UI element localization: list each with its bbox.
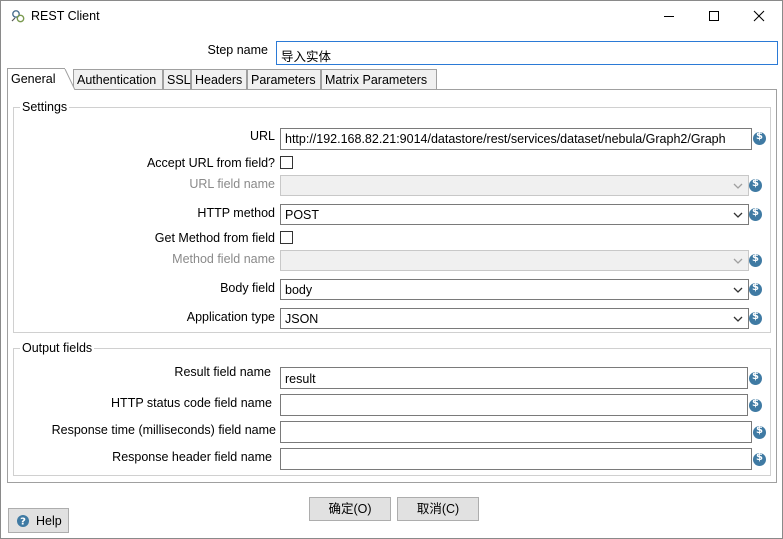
variable-icon[interactable]: $ <box>749 178 762 192</box>
url-input[interactable]: http://192.168.82.21:9014/datastore/rest… <box>280 128 752 150</box>
tab-parameters[interactable]: Parameters <box>247 69 321 89</box>
tab-matrix-parameters[interactable]: Matrix Parameters <box>321 69 437 89</box>
rest-client-dialog: REST Client Step name 导入实体 General Authe… <box>0 0 783 539</box>
application-type-dropdown[interactable]: JSON <box>280 308 749 329</box>
chevron-down-icon <box>733 258 743 264</box>
http-method-dropdown[interactable]: POST <box>280 204 749 225</box>
body-field-label: Body field <box>220 281 275 295</box>
tab-ssl[interactable]: SSL <box>163 69 191 89</box>
help-button[interactable]: ? Help <box>8 508 69 533</box>
response-header-label: Response header field name <box>112 450 272 464</box>
rest-client-icon <box>11 10 25 23</box>
tab-slant <box>63 69 75 90</box>
cancel-button[interactable]: 取消(C) <box>397 497 479 521</box>
get-method-checkbox[interactable] <box>280 231 293 244</box>
title-bar: REST Client <box>1 1 782 32</box>
tab-authentication[interactable]: Authentication <box>73 69 163 89</box>
maximize-icon <box>708 11 719 21</box>
close-icon <box>753 10 764 22</box>
window-title: REST Client <box>31 9 100 23</box>
ok-button[interactable]: 确定(O) <box>309 497 391 521</box>
variable-icon[interactable]: $ <box>749 398 762 412</box>
body-field-dropdown[interactable]: body <box>280 279 749 300</box>
url-label: URL <box>249 129 275 143</box>
tab-general[interactable]: General <box>7 68 65 90</box>
step-name-label: Step name <box>207 43 268 57</box>
result-field-name-input[interactable]: result <box>280 367 748 389</box>
variable-icon[interactable]: $ <box>753 131 766 145</box>
chevron-down-icon <box>733 316 743 322</box>
maximize-button[interactable] <box>691 1 736 31</box>
settings-group-title: Settings <box>20 100 70 114</box>
method-field-name-dropdown[interactable] <box>280 250 749 271</box>
output-fields-group-title: Output fields <box>20 341 95 355</box>
variable-icon[interactable]: $ <box>753 425 766 439</box>
variable-icon[interactable]: $ <box>749 282 762 296</box>
http-status-code-label: HTTP status code field name <box>111 396 272 410</box>
help-button-label: Help <box>36 514 62 528</box>
minimize-icon <box>663 16 674 17</box>
get-method-label: Get Method from field <box>154 231 275 245</box>
variable-icon[interactable]: $ <box>749 253 762 267</box>
minimize-button[interactable] <box>646 1 691 31</box>
variable-icon[interactable]: $ <box>749 371 762 385</box>
result-field-name-label: Result field name <box>174 365 271 379</box>
svg-text:?: ? <box>20 517 26 528</box>
step-name-input[interactable]: 导入实体 <box>276 41 778 65</box>
body-field-value: body <box>285 283 313 297</box>
accept-url-label: Accept URL from field? <box>146 156 275 170</box>
http-method-label: HTTP method <box>197 206 275 220</box>
url-field-name-label: URL field name <box>189 177 275 191</box>
variable-icon[interactable]: $ <box>749 311 762 325</box>
chevron-down-icon <box>733 287 743 293</box>
response-header-input[interactable] <box>280 448 752 470</box>
chevron-down-icon <box>733 212 743 218</box>
application-type-value: JSON <box>285 312 319 326</box>
http-method-value: POST <box>285 208 320 222</box>
accept-url-checkbox[interactable] <box>280 156 293 169</box>
help-icon: ? <box>17 515 29 528</box>
step-name-value: 导入实体 <box>281 50 332 64</box>
variable-icon[interactable]: $ <box>753 452 766 466</box>
chevron-down-icon <box>733 183 743 189</box>
url-field-name-dropdown[interactable] <box>280 175 749 196</box>
response-time-label: Response time (milliseconds) field name <box>51 423 276 437</box>
variable-icon[interactable]: $ <box>749 207 762 221</box>
response-time-input[interactable] <box>280 421 752 443</box>
method-field-name-label: Method field name <box>172 252 275 266</box>
result-field-name-value: result <box>285 372 316 386</box>
tab-headers[interactable]: Headers <box>191 69 247 89</box>
close-button[interactable] <box>736 1 781 31</box>
http-status-code-input[interactable] <box>280 394 748 416</box>
application-type-label: Application type <box>186 310 275 324</box>
url-value: http://192.168.82.21:9014/datastore/rest… <box>285 132 726 146</box>
